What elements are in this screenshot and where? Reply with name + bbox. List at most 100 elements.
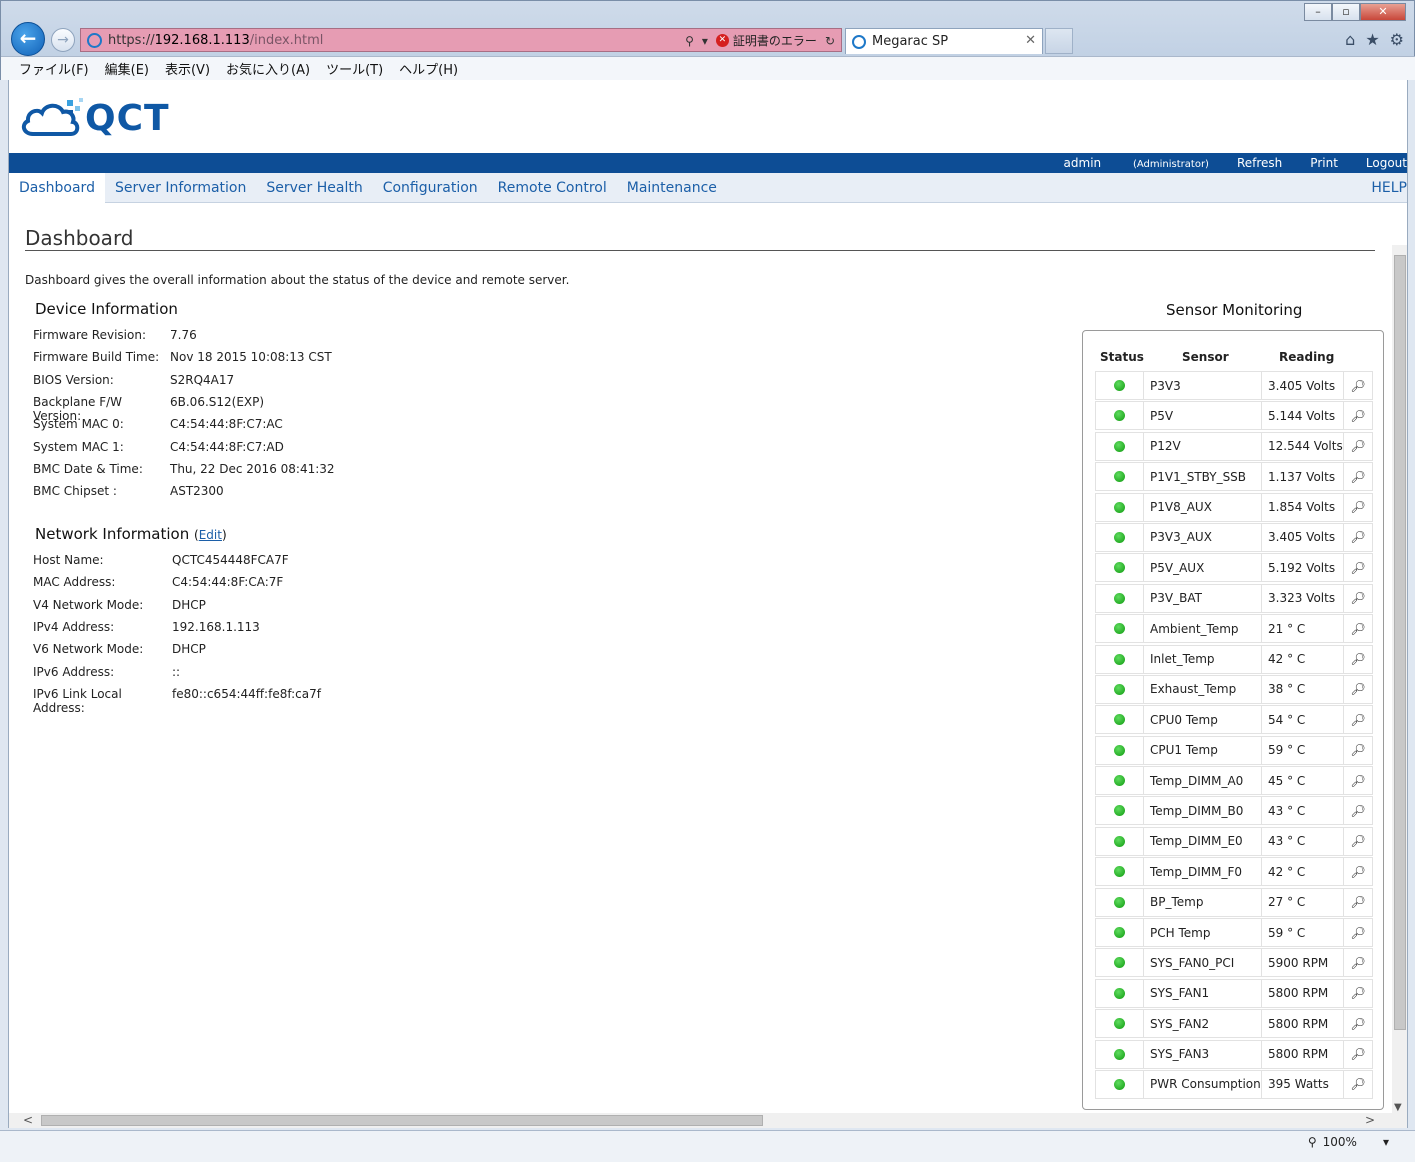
network-info-row: Host Name: QCTC454448FCA7F	[33, 553, 289, 567]
sensor-details[interactable]: 🔎︎	[1343, 644, 1373, 674]
help-link[interactable]: HELP	[1369, 173, 1407, 203]
menu-item-1[interactable]: 編集(E)	[105, 59, 149, 78]
certificate-error[interactable]: ✕ 証明書のエラー	[715, 32, 817, 49]
menu-item-4[interactable]: ツール(T)	[326, 59, 383, 78]
dropdown-icon[interactable]: ▾	[702, 34, 708, 48]
sensor-details[interactable]: 🔎︎	[1343, 766, 1373, 796]
menu-item-3[interactable]: お気に入り(A)	[226, 59, 310, 78]
menu-bar: ファイル(F) 編集(E) 表示(V) お気に入り(A) ツール(T) ヘルプ(H)	[1, 56, 1415, 80]
nav-dashboard[interactable]: Dashboard	[9, 172, 105, 203]
sensor-reading: 42 ° C	[1261, 857, 1343, 887]
sensor-details[interactable]: 🔎︎	[1343, 887, 1373, 917]
vertical-scroll-thumb[interactable]	[1394, 255, 1406, 1030]
sensor-details[interactable]: 🔎︎	[1343, 948, 1373, 978]
magnifier-icon[interactable]: 🔎︎	[1350, 561, 1365, 575]
sensor-details[interactable]: 🔎︎	[1343, 522, 1373, 552]
sensor-details[interactable]: 🔎︎	[1343, 826, 1373, 856]
magnifier-icon[interactable]: 🔎︎	[1350, 956, 1365, 970]
reload-icon[interactable]: ↻	[825, 34, 835, 48]
magnifier-icon[interactable]: 🔎︎	[1350, 986, 1365, 1000]
magnifier-icon[interactable]: 🔎︎	[1350, 834, 1365, 848]
nav-server-information[interactable]: Server Information	[105, 173, 256, 203]
nav-configuration[interactable]: Configuration	[373, 173, 488, 203]
favorites-star-icon[interactable]: ★	[1365, 30, 1379, 49]
refresh-link[interactable]: Refresh	[1237, 156, 1282, 170]
magnifier-icon[interactable]: 🔎︎	[1350, 530, 1365, 544]
sensor-details[interactable]: 🔎︎	[1343, 1069, 1373, 1099]
magnifier-icon[interactable]: 🔎︎	[1350, 713, 1365, 727]
magnifier-icon[interactable]: 🔎︎	[1350, 652, 1365, 666]
gear-icon[interactable]: ⚙	[1390, 30, 1404, 49]
sensor-details[interactable]: 🔎︎	[1343, 857, 1373, 887]
magnifier-icon[interactable]: 🔎︎	[1350, 622, 1365, 636]
sensor-status	[1095, 887, 1143, 917]
sensor-details[interactable]: 🔎︎	[1343, 371, 1373, 400]
edit-network-link[interactable]: Edit	[199, 528, 222, 542]
magnifier-icon[interactable]: 🔎︎	[1350, 926, 1365, 940]
sensor-details[interactable]: 🔎︎	[1343, 796, 1373, 826]
address-bar[interactable]: https://192.168.1.113/index.html ⚲ ▾ ✕ 証明…	[80, 28, 842, 52]
sensor-details[interactable]: 🔎︎	[1343, 1009, 1373, 1039]
magnifier-icon[interactable]: 🔎︎	[1350, 500, 1365, 514]
magnifier-icon[interactable]: 🔎︎	[1350, 682, 1365, 696]
menu-item-0[interactable]: ファイル(F)	[19, 59, 89, 78]
magnifier-icon[interactable]: 🔎︎	[1350, 865, 1365, 879]
zoom-control[interactable]: ⚲ 100% ▾	[1308, 1135, 1389, 1149]
close-window-button[interactable]: ✕	[1360, 3, 1406, 21]
magnifier-icon[interactable]: 🔎︎	[1350, 591, 1365, 605]
back-button[interactable]: ←	[11, 22, 45, 56]
scroll-left-arrow[interactable]: <	[23, 1113, 33, 1127]
magnifier-icon[interactable]: 🔎︎	[1350, 774, 1365, 788]
nav-server-health[interactable]: Server Health	[256, 173, 372, 203]
home-icon[interactable]: ⌂	[1345, 30, 1355, 49]
vertical-scrollbar[interactable]: ▼	[1392, 245, 1407, 1115]
network-info-row: IPv6 Link Local Address: fe80::c654:44ff:…	[33, 687, 321, 715]
new-tab-button[interactable]	[1045, 28, 1073, 54]
menu-item-5[interactable]: ヘルプ(H)	[399, 59, 458, 78]
nav-maintenance[interactable]: Maintenance	[617, 173, 727, 203]
status-column-header: Status	[1100, 350, 1144, 364]
sensor-details[interactable]: 🔎︎	[1343, 1039, 1373, 1069]
status-ok-icon	[1114, 927, 1125, 939]
forward-button[interactable]: →	[51, 28, 75, 52]
sensor-details[interactable]: 🔎︎	[1343, 462, 1373, 492]
sensor-details[interactable]: 🔎︎	[1343, 918, 1373, 948]
sensor-details[interactable]: 🔎︎	[1343, 674, 1373, 704]
sensor-details[interactable]: 🔎︎	[1343, 583, 1373, 613]
close-tab-icon[interactable]: ✕	[1025, 33, 1036, 48]
minimize-button[interactable]: –	[1304, 3, 1332, 21]
sensor-details[interactable]: 🔎︎	[1343, 614, 1373, 644]
horizontal-scrollbar[interactable]: < >	[9, 1113, 1407, 1128]
menu-item-2[interactable]: 表示(V)	[165, 59, 210, 78]
magnifier-icon[interactable]: 🔎︎	[1350, 804, 1365, 818]
magnifier-icon[interactable]: 🔎︎	[1350, 439, 1365, 453]
sensor-details[interactable]: 🔎︎	[1343, 735, 1373, 765]
magnifier-icon[interactable]: 🔎︎	[1350, 1047, 1365, 1061]
magnifier-icon[interactable]: 🔎︎	[1350, 1017, 1365, 1031]
maximize-button[interactable]: ▫	[1332, 3, 1360, 21]
browser-tab[interactable]: Megarac SP ✕	[845, 28, 1043, 54]
sensor-details[interactable]: 🔎︎	[1343, 401, 1373, 431]
sensor-details[interactable]: 🔎︎	[1343, 978, 1373, 1008]
magnifier-icon[interactable]: 🔎︎	[1350, 895, 1365, 909]
network-info-row: IPv6 Address:::	[33, 665, 180, 679]
horizontal-scroll-thumb[interactable]	[41, 1115, 763, 1126]
sensor-details[interactable]: 🔎︎	[1343, 553, 1373, 583]
logout-link[interactable]: Logout	[1366, 156, 1407, 170]
sensor-details[interactable]: 🔎︎	[1343, 705, 1373, 735]
scroll-down-arrow[interactable]: ▼	[1394, 1102, 1402, 1113]
scroll-right-arrow[interactable]: >	[1365, 1113, 1375, 1127]
zoom-dropdown-icon[interactable]: ▾	[1383, 1135, 1389, 1149]
sensor-details[interactable]: 🔎︎	[1343, 492, 1373, 522]
sensor-details[interactable]: 🔎︎	[1343, 431, 1373, 461]
search-icon[interactable]: ⚲	[685, 34, 694, 48]
magnifier-icon[interactable]: 🔎︎	[1350, 1077, 1365, 1091]
magnifier-icon[interactable]: 🔎︎	[1350, 743, 1365, 757]
sensor-reading: 1.137 Volts	[1261, 462, 1343, 492]
device-info-row: Firmware Build Time: Nov 18 2015 10:08:13…	[33, 350, 332, 364]
magnifier-icon[interactable]: 🔎︎	[1350, 379, 1365, 393]
magnifier-icon[interactable]: 🔎︎	[1350, 470, 1365, 484]
print-link[interactable]: Print	[1310, 156, 1338, 170]
nav-remote-control[interactable]: Remote Control	[488, 173, 617, 203]
magnifier-icon[interactable]: 🔎︎	[1350, 409, 1365, 423]
